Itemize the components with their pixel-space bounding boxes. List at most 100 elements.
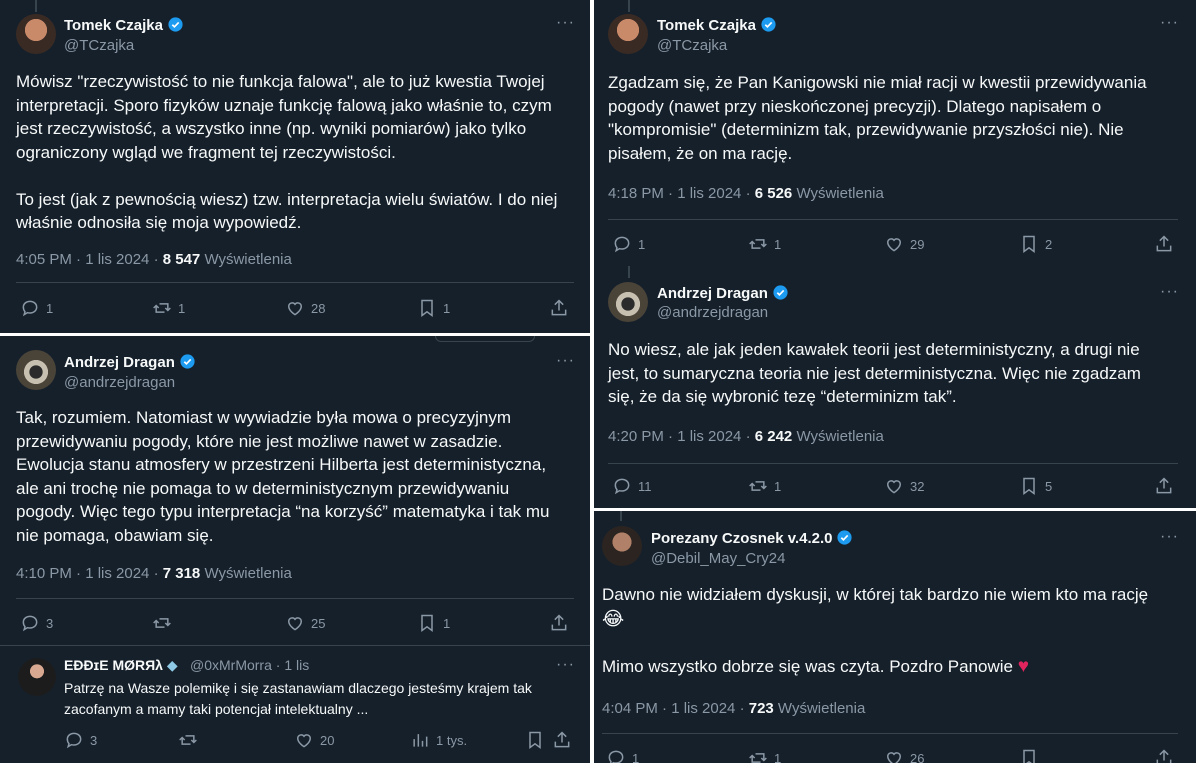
- tweet-tomek-1[interactable]: Tomek Czajka @TCzajka ··· Mówisz "rzeczy…: [0, 0, 590, 335]
- like-icon: [294, 730, 314, 750]
- red-heart-icon: ♥: [1017, 655, 1030, 677]
- avatar[interactable]: [608, 282, 648, 322]
- bookmark-button[interactable]: 5: [1019, 476, 1052, 496]
- reply-button[interactable]: 1: [20, 298, 53, 318]
- like-button[interactable]: 25: [285, 613, 325, 633]
- share-button[interactable]: [549, 298, 569, 318]
- author-name[interactable]: Andrzej Dragan: [64, 353, 196, 371]
- share-icon: [1154, 476, 1174, 496]
- share-button[interactable]: [552, 730, 572, 750]
- bookmark-button[interactable]: [1019, 748, 1039, 763]
- author-handle[interactable]: @andrzejdragan: [657, 304, 768, 321]
- more-icon[interactable]: ···: [556, 352, 575, 370]
- bookmark-button[interactable]: 2: [1019, 234, 1052, 254]
- author-handle[interactable]: @TCzajka: [64, 37, 134, 54]
- divider: [608, 463, 1178, 464]
- reply-eddie[interactable]: EÐÐɪE MØRЯλ ◆ @0xMrMorra · 1 lis ··· Pat…: [0, 646, 590, 763]
- reply-icon: [612, 234, 632, 254]
- avatar[interactable]: [602, 526, 642, 566]
- repost-button[interactable]: 1: [152, 298, 185, 318]
- avatar[interactable]: [18, 658, 56, 696]
- bookmark-button[interactable]: 1: [417, 613, 450, 633]
- repost-button[interactable]: [152, 613, 178, 633]
- tweet-text: No wiesz, ale jak jeden kawałek teorii j…: [608, 340, 1141, 406]
- bookmark-icon: [417, 613, 437, 633]
- share-icon: [549, 298, 569, 318]
- divider: [16, 282, 574, 283]
- share-icon: [1154, 748, 1174, 763]
- more-icon[interactable]: ···: [556, 14, 575, 32]
- reply-icon: [612, 476, 632, 496]
- share-button[interactable]: [1154, 234, 1174, 254]
- verified-badge-icon: [761, 17, 776, 32]
- bookmark-icon: [417, 298, 437, 318]
- action-bar: 3 25 1: [0, 613, 590, 637]
- more-icon[interactable]: ···: [1160, 283, 1179, 301]
- reply-icon: [606, 748, 626, 763]
- tweet-meta: 4:18 PM · 1 lis 2024 · 6 526 Wyświetleni…: [608, 185, 884, 202]
- bookmark-icon: [1019, 234, 1039, 254]
- repost-icon: [152, 613, 172, 633]
- share-button[interactable]: [549, 613, 569, 633]
- verified-badge-icon: [773, 285, 788, 300]
- like-button[interactable]: 32: [884, 476, 924, 496]
- bookmark-button[interactable]: [525, 730, 545, 750]
- avatar[interactable]: [16, 350, 56, 390]
- thread-line: [620, 511, 622, 521]
- repost-button[interactable]: 1: [748, 748, 781, 763]
- action-bar: 3 20 1 tys.: [0, 730, 590, 754]
- reply-button[interactable]: 3: [20, 613, 53, 633]
- share-button[interactable]: [1154, 476, 1174, 496]
- tweet-text: Tak, rozumiem. Natomiast w wywiadzie był…: [16, 408, 550, 545]
- bookmark-icon: [1019, 748, 1039, 763]
- like-button[interactable]: 28: [285, 298, 325, 318]
- repost-icon: [748, 748, 768, 763]
- like-icon: [285, 613, 305, 633]
- reply-button[interactable]: 3: [64, 730, 97, 750]
- like-button[interactable]: 20: [294, 730, 334, 750]
- repost-button[interactable]: 1: [748, 476, 781, 496]
- author-name[interactable]: Porezany Czosnek v.4.2.0: [651, 529, 853, 547]
- avatar[interactable]: [608, 14, 648, 54]
- tweet-text: Dawno nie widziałem dyskusji, w której t…: [602, 583, 1187, 678]
- bookmark-button[interactable]: 1: [417, 298, 450, 318]
- repost-icon: [748, 234, 768, 254]
- tweet-tomek-2[interactable]: Tomek Czajka @TCzajka ··· Zgadzam się, ż…: [594, 0, 1196, 262]
- action-bar: 1 1 28 1: [0, 298, 590, 322]
- tweet-czosnek[interactable]: Porezany Czosnek v.4.2.0 @Debil_May_Cry2…: [594, 511, 1196, 763]
- verified-badge-icon: [180, 354, 195, 369]
- like-button[interactable]: 29: [884, 234, 924, 254]
- bookmark-icon: [1019, 476, 1039, 496]
- reply-button[interactable]: 1: [612, 234, 645, 254]
- author-handle[interactable]: @Debil_May_Cry24: [651, 550, 785, 567]
- author-name[interactable]: Tomek Czajka: [657, 16, 777, 34]
- author-name[interactable]: EÐÐɪE MØRЯλ ◆: [64, 657, 178, 674]
- avatar[interactable]: [16, 14, 56, 54]
- author-handle[interactable]: @andrzejdragan: [64, 374, 175, 391]
- like-icon: [884, 234, 904, 254]
- tweet-dragan-1[interactable]: Andrzej Dragan @andrzejdragan ··· Tak, r…: [0, 336, 590, 646]
- reply-text: Patrzę na Wasze polemikę i się zastanawi…: [64, 680, 532, 717]
- more-icon[interactable]: ···: [1160, 14, 1179, 32]
- share-button[interactable]: [1154, 748, 1174, 763]
- author-handle[interactable]: @TCzajka: [657, 37, 727, 54]
- verified-badge-icon: [837, 530, 853, 545]
- author-name[interactable]: Tomek Czajka: [64, 16, 184, 34]
- tweet-dragan-2[interactable]: Andrzej Dragan @andrzejdragan ··· No wie…: [594, 268, 1196, 510]
- verified-badge-icon: [168, 17, 183, 32]
- like-button[interactable]: 26: [884, 748, 924, 763]
- divider: [16, 598, 574, 599]
- reply-button[interactable]: 11: [612, 476, 652, 496]
- share-icon: [549, 613, 569, 633]
- views-icon: [410, 730, 430, 750]
- repost-button[interactable]: [178, 730, 204, 750]
- more-icon[interactable]: ···: [1160, 528, 1179, 546]
- repost-button[interactable]: 1: [748, 234, 781, 254]
- author-name[interactable]: Andrzej Dragan: [657, 284, 789, 302]
- author-handle[interactable]: @0xMrMorra · 1 lis: [190, 657, 309, 673]
- tweet-meta: 4:20 PM · 1 lis 2024 · 6 242 Wyświetleni…: [608, 428, 884, 445]
- reply-button[interactable]: 1: [606, 748, 639, 763]
- more-icon[interactable]: ···: [556, 656, 575, 674]
- reply-icon: [20, 613, 40, 633]
- views-button[interactable]: 1 tys.: [410, 730, 467, 750]
